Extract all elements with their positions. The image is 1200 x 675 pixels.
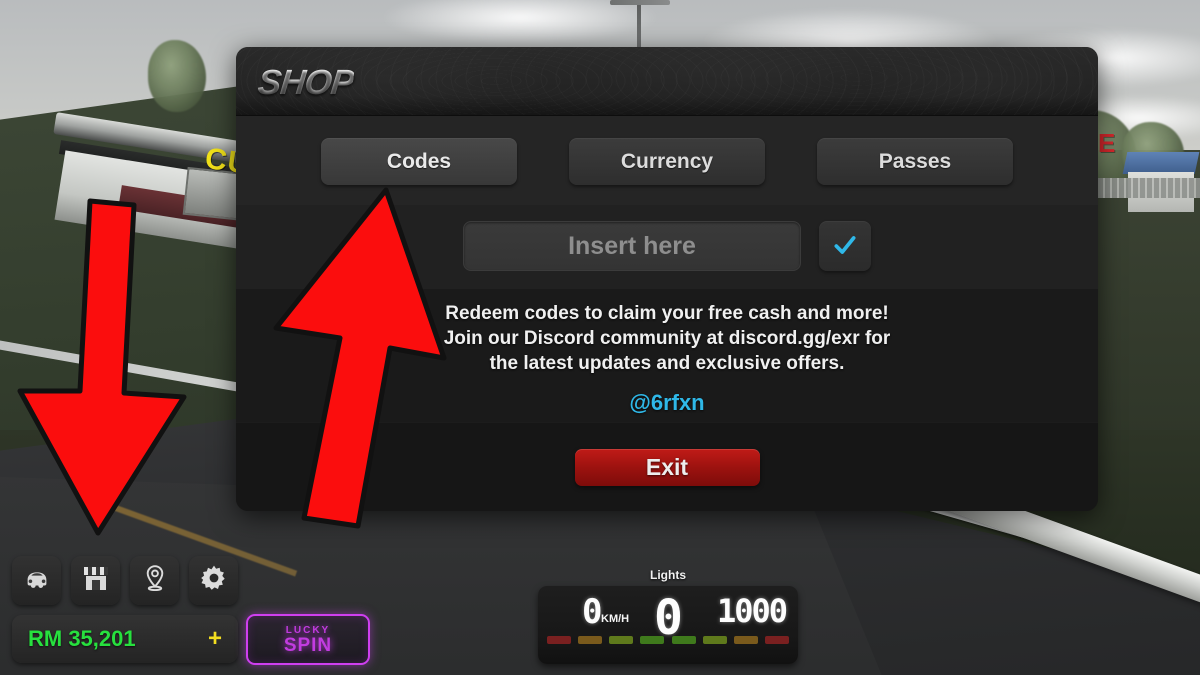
exit-bar: Exit	[236, 423, 1098, 511]
tab-codes[interactable]: Codes	[321, 138, 517, 185]
speedometer-body: 0 KM/H 0 1000	[538, 586, 798, 664]
shop-description: Redeem codes to claim your free cash and…	[236, 289, 1098, 422]
shop-header: SHOP	[236, 47, 1098, 116]
speed-value: 0	[582, 592, 603, 632]
rpm-bar	[547, 636, 571, 644]
rpm-indicator-bars	[547, 636, 789, 644]
cash-display[interactable]: RM 35,201 +	[12, 615, 238, 663]
lucky-spin-line-1: LUCKY	[285, 624, 331, 636]
check-icon	[832, 232, 858, 261]
lucky-spin-line-2: SPIN	[283, 634, 333, 656]
map-pin-icon	[142, 564, 168, 597]
tab-passes[interactable]: Passes	[817, 138, 1013, 185]
add-cash-button[interactable]: +	[208, 625, 222, 653]
right-sign: E	[1098, 128, 1116, 158]
page-title: SHOP	[256, 63, 356, 102]
lucky-spin-button[interactable]: LUCKY SPIN	[246, 614, 370, 665]
blue-building-roof	[1122, 152, 1200, 174]
rpm-bar	[733, 636, 758, 644]
description-line-2: Join our Discord community at discord.gg…	[443, 328, 891, 349]
exit-button[interactable]: Exit	[574, 448, 760, 486]
code-input[interactable]	[463, 221, 801, 271]
rpm-bar	[578, 636, 603, 644]
rpm-bar	[640, 636, 665, 644]
rpm-bar	[702, 636, 727, 644]
creator-handle: @6rfxn	[629, 390, 705, 415]
shop-tabs: Codes Currency Passes	[236, 116, 1098, 205]
rpm-bar	[671, 636, 696, 644]
hud-button-settings[interactable]	[189, 556, 238, 605]
tab-currency[interactable]: Currency	[569, 138, 765, 185]
hud-icon-bar	[12, 556, 238, 605]
rpm-value: 1000	[716, 592, 788, 630]
shop-dialog: SHOP Codes Currency Passes Redeem codes …	[236, 47, 1098, 511]
description-line-1: Redeem codes to claim your free cash and…	[445, 303, 889, 324]
code-entry-row	[236, 205, 1098, 289]
tree	[148, 40, 206, 112]
rpm-bar	[609, 636, 634, 644]
speed-unit: KM/H	[601, 613, 630, 625]
hud-button-car[interactable]	[12, 556, 61, 605]
shop-icon	[82, 565, 110, 597]
gear-icon	[200, 564, 228, 597]
speedometer: Lights 0 KM/H 0 1000	[538, 568, 798, 664]
cash-amount: RM 35,201	[28, 626, 136, 651]
hud-button-locations[interactable]	[130, 556, 179, 605]
hud-button-shop[interactable]	[71, 556, 120, 605]
car-icon	[22, 566, 52, 595]
description-line-3: the latest updates and exclusive offers.	[489, 353, 845, 374]
lights-label: Lights	[650, 568, 686, 582]
confirm-code-button[interactable]	[819, 221, 871, 271]
lamp-arm	[610, 0, 670, 5]
rpm-bar	[764, 636, 789, 644]
